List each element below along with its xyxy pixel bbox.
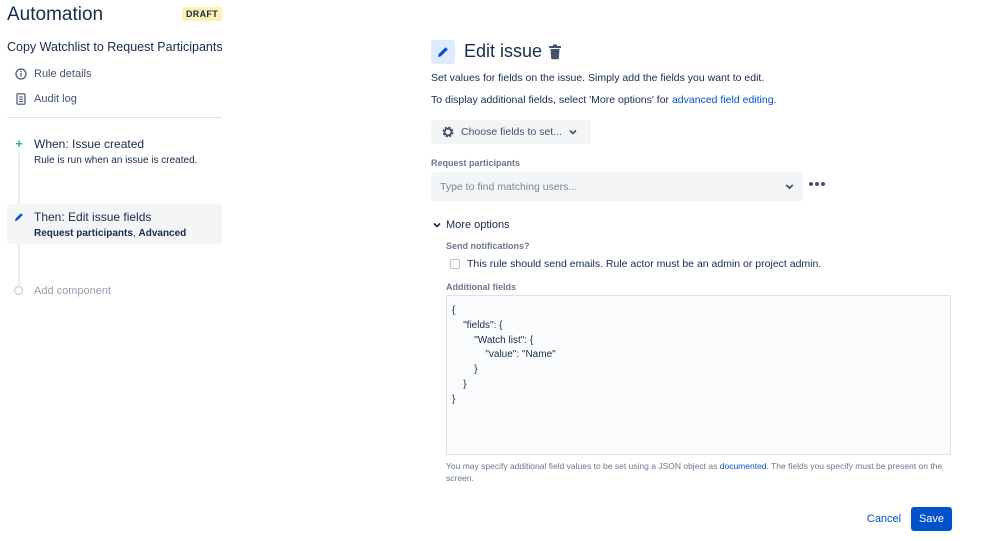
plus-icon: + bbox=[12, 136, 26, 150]
gear-icon bbox=[441, 125, 455, 139]
choose-fields-button[interactable]: Choose fields to set... bbox=[431, 120, 591, 144]
sidebar-link-audit-log[interactable]: Audit log bbox=[14, 92, 77, 106]
page-title: Edit issue bbox=[464, 41, 542, 62]
additional-fields-label: Additional fields bbox=[446, 282, 516, 292]
additional-fields-help: You may specify additional field values … bbox=[446, 460, 956, 484]
info-icon bbox=[14, 67, 28, 81]
help-text: You may specify additional field values … bbox=[446, 461, 720, 471]
rule-name: Copy Watchlist to Request Participants bbox=[7, 40, 223, 54]
description-text: To display additional fields, select 'Mo… bbox=[431, 94, 672, 106]
sidebar-link-rule-details[interactable]: Rule details bbox=[14, 67, 91, 81]
chevron-down-icon bbox=[568, 127, 578, 137]
description-line-1: Set values for fields on the issue. Simp… bbox=[431, 72, 764, 84]
step-title: When: Issue created bbox=[34, 137, 144, 151]
more-options-toggle[interactable]: More options bbox=[432, 219, 510, 231]
more-actions-icon[interactable] bbox=[809, 179, 825, 189]
description-suffix: . bbox=[774, 94, 777, 106]
request-participants-placeholder: Type to find matching users... bbox=[440, 181, 577, 193]
step-trigger[interactable]: + When: Issue created Rule is run when a… bbox=[7, 132, 222, 170]
step-subtitle: Rule is run when an issue is created. bbox=[34, 155, 197, 166]
app-title: Automation bbox=[7, 4, 103, 26]
additional-fields-json: { "fields": { "Watch list": { "value": "… bbox=[452, 304, 945, 408]
more-options-label: More options bbox=[446, 219, 510, 231]
choose-fields-label: Choose fields to set... bbox=[461, 126, 562, 138]
step-subtitle-field: Request participants bbox=[34, 228, 133, 239]
pencil-icon bbox=[12, 210, 26, 224]
save-button[interactable]: Save bbox=[911, 507, 952, 531]
send-notifications-label: Send notifications? bbox=[446, 241, 530, 251]
sidebar-divider bbox=[7, 117, 222, 118]
cancel-button[interactable]: Cancel bbox=[862, 507, 906, 531]
additional-fields-textarea[interactable]: { "fields": { "Watch list": { "value": "… bbox=[446, 295, 951, 455]
step-action[interactable]: Then: Edit issue fields Request particip… bbox=[7, 204, 222, 244]
status-badge: DRAFT bbox=[182, 7, 222, 21]
chevron-down-icon bbox=[432, 220, 442, 230]
advanced-field-editing-link[interactable]: advanced field editing bbox=[672, 94, 774, 106]
chevron-down-icon bbox=[784, 181, 795, 192]
documented-link[interactable]: documented bbox=[720, 461, 767, 471]
description-line-2: To display additional fields, select 'Mo… bbox=[431, 94, 776, 106]
sidebar-link-label: Audit log bbox=[34, 93, 77, 105]
step-subtitle: Request participants, Advanced bbox=[34, 228, 186, 239]
step-subtitle-advanced: Advanced bbox=[138, 228, 186, 239]
send-notifications-checkbox[interactable] bbox=[450, 259, 460, 269]
send-notifications-checkbox-label[interactable]: This rule should send emails. Rule actor… bbox=[467, 258, 821, 270]
document-icon bbox=[14, 92, 28, 106]
request-participants-label: Request participants bbox=[431, 158, 520, 168]
sidebar-link-label: Rule details bbox=[34, 68, 91, 80]
add-component-dot bbox=[14, 286, 23, 295]
add-component-link[interactable]: Add component bbox=[34, 285, 111, 297]
trash-icon[interactable] bbox=[548, 44, 562, 60]
request-participants-select[interactable]: Type to find matching users... bbox=[431, 172, 803, 201]
edit-issue-icon bbox=[431, 40, 455, 64]
step-title: Then: Edit issue fields bbox=[34, 210, 151, 224]
